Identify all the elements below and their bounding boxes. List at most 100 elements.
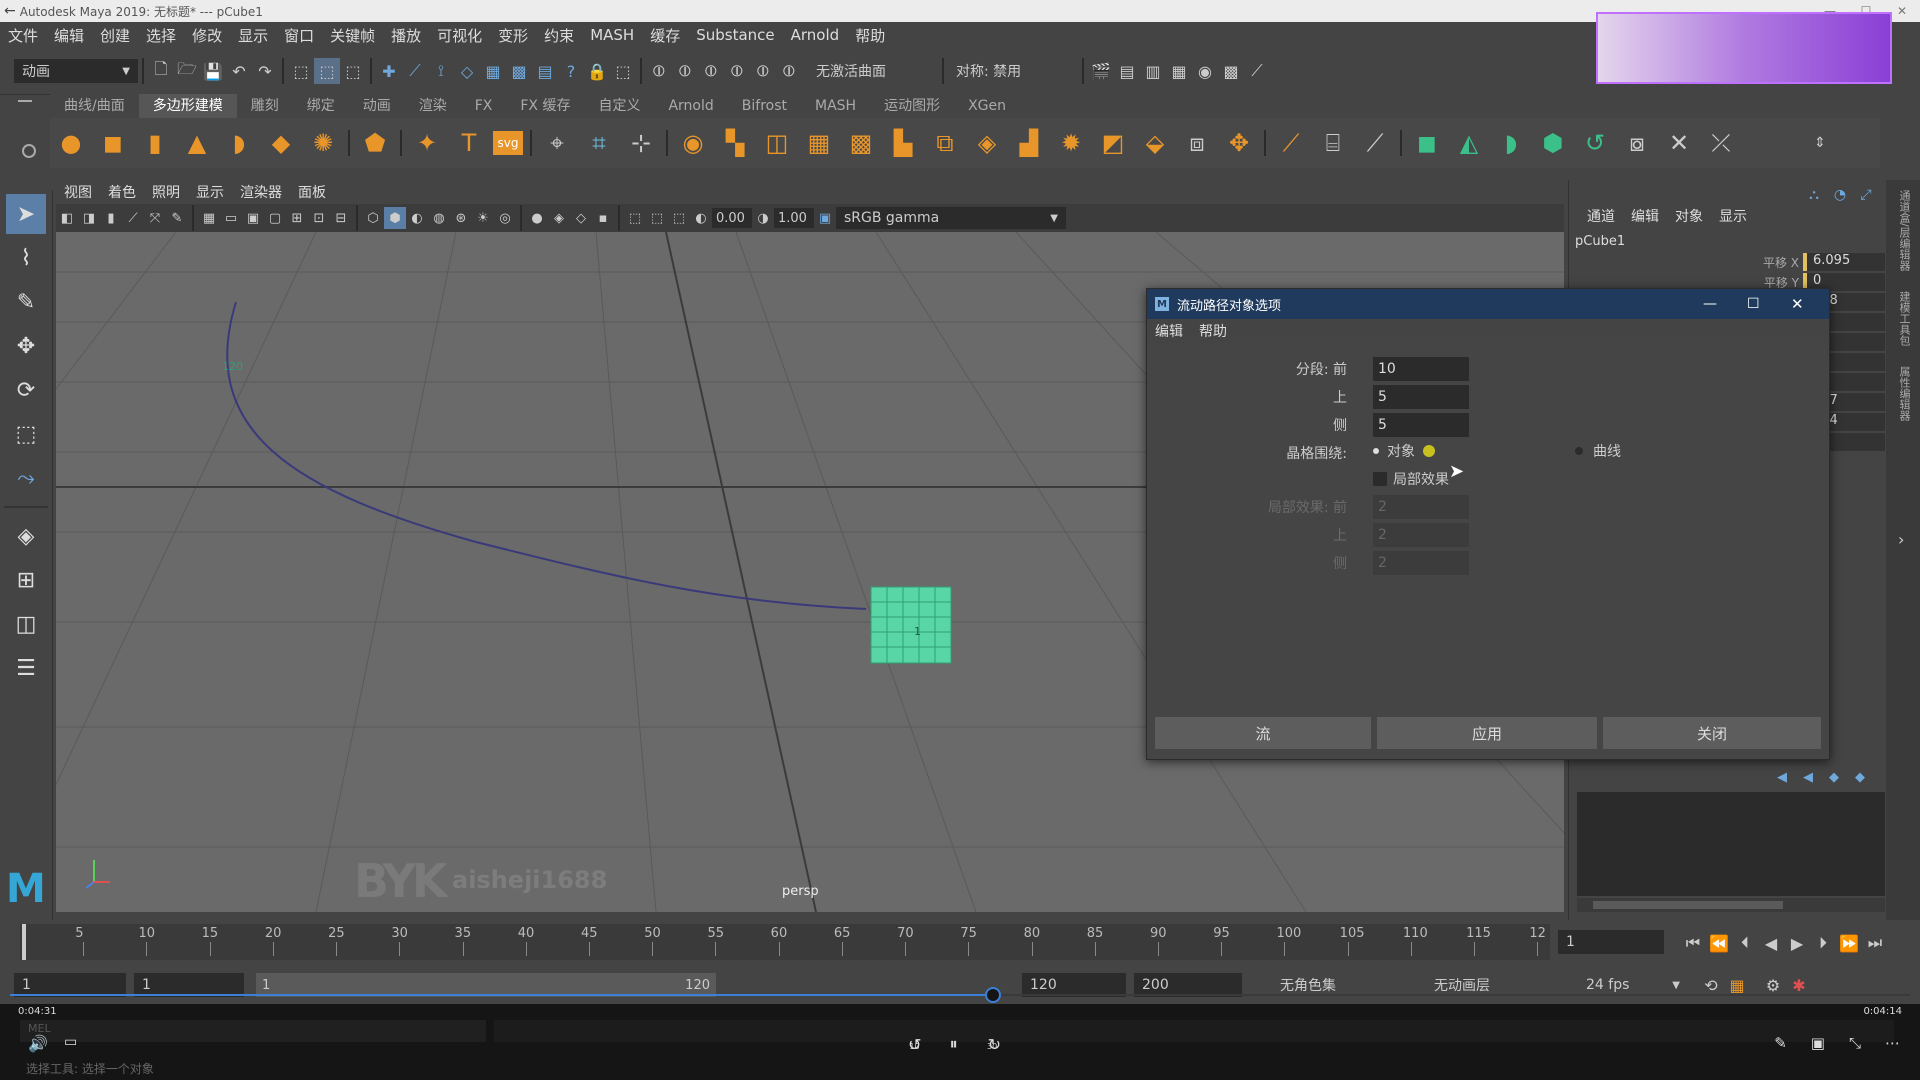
play-backward-icon[interactable]: ◀	[1758, 930, 1784, 956]
snap-surface-icon[interactable]: ⦶	[750, 58, 776, 84]
xray-components-icon[interactable]: ◇	[570, 207, 592, 229]
frame-selected-icon[interactable]: ⬚	[668, 207, 690, 229]
move-tool-icon[interactable]: ✥	[6, 326, 46, 366]
uv-tool-icon[interactable]: ⬢	[1535, 123, 1571, 163]
field-chart-icon[interactable]: ⊞	[286, 207, 308, 229]
tool-settings-icon[interactable]: ⤢	[1853, 182, 1879, 208]
poly-disc-icon[interactable]: ✺	[305, 123, 341, 163]
side-tab-modeling-toolkit[interactable]: 建模工具包	[1896, 291, 1912, 346]
grid-icon[interactable]: ▦	[198, 207, 220, 229]
poly-sphere-icon[interactable]: ●	[53, 123, 89, 163]
bookmark-icon[interactable]: ▮	[100, 207, 122, 229]
segments-front-input[interactable]: 10	[1373, 357, 1469, 381]
smooth-icon[interactable]: ▦	[801, 123, 837, 163]
undo-icon[interactable]: ↶	[226, 58, 252, 84]
four-view-icon[interactable]: ⊞	[6, 560, 46, 600]
xray-icon[interactable]: ●	[526, 207, 548, 229]
multi-cut-icon[interactable]: ✹	[1053, 123, 1089, 163]
render-frame-icon[interactable]: 🎬	[1088, 58, 1114, 84]
timeline-track[interactable]: 5 10 15 20 25 30 35 40 45 50 55 60 65 70 75 80 85 90 95 100…	[20, 924, 1550, 960]
wireframe-icon[interactable]: ⬡	[362, 207, 384, 229]
snap-view-icon[interactable]: ⦶	[724, 58, 750, 84]
two-view-icon[interactable]: ◫	[6, 604, 46, 644]
mask-icon[interactable]: ?	[558, 58, 584, 84]
lock-icon[interactable]: 🔒	[584, 58, 610, 84]
super-shape-icon[interactable]: ✦	[409, 123, 445, 163]
poly-cone-icon[interactable]: ▲	[179, 123, 215, 163]
exposure-field[interactable]: 0.00	[712, 208, 752, 228]
bevel-icon[interactable]: ◈	[969, 123, 1005, 163]
poly-torus-icon[interactable]: ◗	[221, 123, 257, 163]
mirror-icon[interactable]: ◫	[759, 123, 795, 163]
colorspace-dropdown[interactable]: sRGB gamma ▼	[836, 207, 1066, 229]
combine-icon[interactable]: ◉	[675, 123, 711, 163]
ambient-occlusion-icon[interactable]: ◎	[494, 207, 516, 229]
wireframe-on-shaded-icon[interactable]: ◐	[406, 207, 428, 229]
mask-icon[interactable]: ▩	[506, 58, 532, 84]
save-scene-icon[interactable]: 💾	[200, 58, 226, 84]
viewport-menu-item[interactable]: 照明	[144, 182, 188, 202]
shelf-tab[interactable]: 动画	[349, 94, 405, 118]
last-tool-icon[interactable]: ⤳	[6, 458, 46, 498]
layer-icon[interactable]: ◆	[1847, 764, 1873, 790]
uv-tool-icon[interactable]: ◗	[1493, 123, 1529, 163]
radio-object[interactable]: 对象	[1373, 441, 1435, 461]
go-to-end-icon[interactable]: ⏭	[1862, 930, 1888, 956]
mask-icon[interactable]: ⟟	[428, 58, 454, 84]
viewport-menu-item[interactable]: 渲染器	[232, 182, 290, 202]
menu-item[interactable]: MASH	[582, 26, 642, 44]
current-frame-input[interactable]: 1	[1558, 930, 1664, 954]
apply-button[interactable]: 应用	[1377, 717, 1597, 749]
shelf-tab[interactable]: 运动图形	[870, 94, 954, 118]
isolate-icon[interactable]: ⬚	[624, 207, 646, 229]
viewport-menu-item[interactable]: 着色	[100, 182, 144, 202]
snap-curve-icon[interactable]: ⦶	[672, 58, 698, 84]
close-icon[interactable]: ✕	[1791, 295, 1804, 313]
mask-icon[interactable]: ▤	[532, 58, 558, 84]
shelf-tab[interactable]: FX	[461, 94, 507, 118]
menu-item[interactable]: 显示	[230, 25, 276, 46]
channel-value[interactable]: 6.095	[1803, 253, 1885, 271]
mask-icon[interactable]: ⬚	[610, 58, 636, 84]
outliner-icon[interactable]: ☰	[6, 648, 46, 688]
uv-editor-icon[interactable]: ⟋	[1273, 123, 1309, 163]
menu-item[interactable]: 文件	[0, 25, 46, 46]
close-button[interactable]: 关闭	[1603, 717, 1821, 749]
exposure-icon[interactable]: ◐	[690, 207, 712, 229]
auto-uv-icon[interactable]: ⟋	[1357, 123, 1393, 163]
uv-tool-icon[interactable]: ⤫	[1703, 123, 1739, 163]
camera-icon[interactable]: ◧	[56, 207, 78, 229]
new-scene-icon[interactable]: 🗋	[148, 58, 174, 84]
scroll-thumb[interactable]	[1593, 901, 1783, 909]
redo-icon[interactable]: ↷	[252, 58, 278, 84]
gamma-icon[interactable]: ◑	[752, 207, 774, 229]
channelbox-menu-item[interactable]: 对象	[1667, 206, 1711, 226]
xray-joints-icon[interactable]: ◈	[548, 207, 570, 229]
safe-action-icon[interactable]: ⊡	[308, 207, 330, 229]
textured-icon[interactable]: ◍	[428, 207, 450, 229]
motion-path-curve[interactable]	[226, 301, 867, 610]
local-front-input[interactable]: 2	[1373, 495, 1469, 519]
single-view-icon[interactable]: ◈	[6, 516, 46, 556]
gate-mask-icon[interactable]: ▢	[264, 207, 286, 229]
channel-box-icon[interactable]: ⛬	[1801, 182, 1827, 208]
segments-side-input[interactable]: 5	[1373, 413, 1469, 437]
resolution-gate-icon[interactable]: ▣	[242, 207, 264, 229]
reset-pivot-icon[interactable]: ⊹	[623, 123, 659, 163]
safe-title-icon[interactable]: ⊟	[330, 207, 352, 229]
uv-tool-icon[interactable]: ⧇	[1619, 123, 1655, 163]
type-icon[interactable]: T	[451, 123, 487, 163]
quad-draw-icon[interactable]: ⧈	[1179, 123, 1215, 163]
hypershade-icon[interactable]: ◉	[1192, 58, 1218, 84]
layer-scrollbar[interactable]	[1577, 898, 1885, 912]
append-icon[interactable]: ▟	[1011, 123, 1047, 163]
step-back-key-icon[interactable]: ⏪	[1706, 930, 1732, 956]
side-tab-channelbox[interactable]: 通道盒/层编辑器	[1896, 190, 1912, 271]
shelf-tab[interactable]: Arnold	[654, 94, 727, 118]
local-side-input[interactable]: 2	[1373, 551, 1469, 575]
light-editor-icon[interactable]: ⟋	[1244, 58, 1270, 84]
select-tool-icon[interactable]: ➤	[6, 194, 46, 234]
film-gate-icon[interactable]: ▭	[220, 207, 242, 229]
fullscreen-exit-icon[interactable]: ⤡	[1849, 1034, 1861, 1052]
menu-item[interactable]: 播放	[383, 25, 429, 46]
